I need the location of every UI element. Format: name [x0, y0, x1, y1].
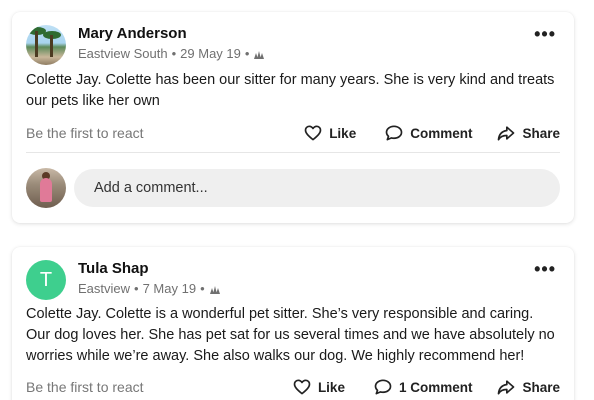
react-hint: Be the first to react	[26, 379, 144, 395]
like-label: Like	[329, 125, 357, 141]
author-name[interactable]: Mary Anderson	[78, 25, 187, 42]
comment-button[interactable]: 1 Comment	[373, 377, 473, 397]
speech-bubble-icon	[385, 125, 403, 141]
heart-icon	[304, 125, 322, 141]
more-icon[interactable]: •••	[534, 25, 556, 43]
neighborhood-icon	[209, 285, 220, 294]
speech-bubble-icon	[374, 379, 392, 395]
post-header: Mary Anderson Eastview South • 29 May 19…	[26, 25, 560, 65]
user-avatar	[26, 168, 66, 208]
like-label: Like	[317, 379, 345, 395]
comment-label: 1 Comment	[398, 379, 473, 395]
post-body: Colette Jay. Colette is a wonderful pet …	[26, 306, 555, 364]
post-location[interactable]: Eastview	[78, 281, 130, 296]
comment-button[interactable]: Comment	[384, 123, 472, 143]
share-label: Share	[522, 379, 560, 395]
author-avatar[interactable]	[26, 25, 66, 65]
post-actions: Be the first to react Like Comment Share	[26, 122, 560, 144]
share-button[interactable]: Share	[496, 377, 560, 397]
post-header: T Tula Shap Eastview • 7 May 19 • •••	[26, 260, 560, 300]
like-button[interactable]: Like	[292, 377, 345, 397]
author-name[interactable]: Tula Shap	[78, 260, 149, 277]
share-arrow-icon	[498, 126, 515, 141]
share-arrow-icon	[498, 380, 515, 395]
separator-dot: •	[134, 281, 139, 296]
post-location[interactable]: Eastview South	[78, 46, 168, 61]
post-card: T Tula Shap Eastview • 7 May 19 • ••• Co…	[12, 247, 574, 400]
post-body: Colette Jay. Colette has been our sitter…	[26, 72, 555, 109]
share-label: Share	[522, 125, 560, 141]
share-button[interactable]: Share	[496, 123, 560, 143]
post-date: 29 May 19	[180, 46, 241, 61]
divider	[26, 152, 560, 153]
heart-icon	[293, 379, 311, 395]
separator-dot: •	[244, 46, 250, 61]
comment-input[interactable]	[74, 169, 560, 207]
post-card: Mary Anderson Eastview South • 29 May 19…	[12, 12, 574, 223]
more-icon[interactable]: •••	[534, 260, 556, 278]
comment-label: Comment	[410, 125, 473, 141]
separator-dot: •	[200, 281, 205, 296]
separator-dot: •	[171, 46, 177, 61]
post-actions: Be the first to react Like 1 Comment Sha…	[26, 376, 560, 398]
author-avatar[interactable]: T	[26, 260, 66, 300]
like-button[interactable]: Like	[303, 123, 356, 143]
post-meta: Eastview South • 29 May 19 •	[78, 46, 265, 61]
post-date: 7 May 19	[142, 281, 197, 296]
comment-composer	[26, 168, 560, 208]
post-meta: Eastview • 7 May 19 •	[78, 281, 221, 296]
react-hint: Be the first to react	[26, 125, 144, 141]
neighborhood-icon	[254, 50, 265, 59]
